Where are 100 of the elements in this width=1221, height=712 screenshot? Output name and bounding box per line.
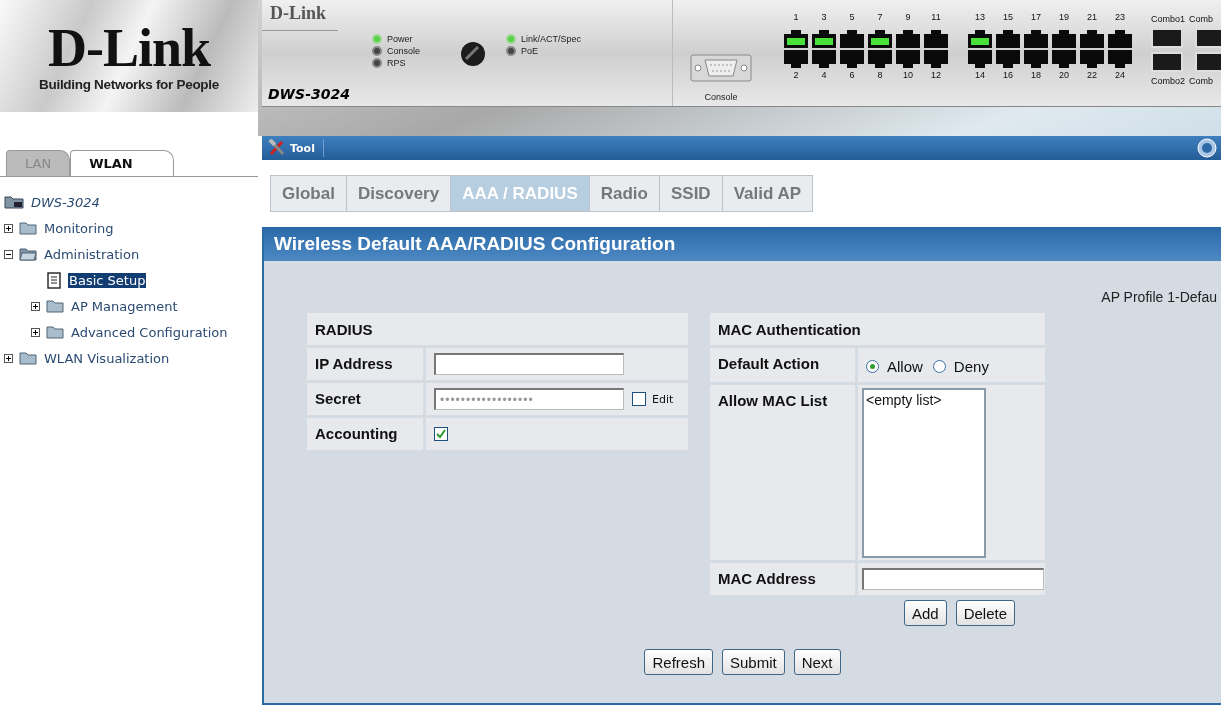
port-number: 14 xyxy=(975,70,985,82)
port-number: 23 xyxy=(1115,12,1125,24)
tree-item[interactable]: WLAN Visualization xyxy=(43,350,171,366)
expand-icon[interactable] xyxy=(31,301,40,311)
folder-icon xyxy=(19,351,37,365)
port-number: 18 xyxy=(1031,70,1041,82)
port-number: 9 xyxy=(905,12,911,24)
checkbox-label: Edit xyxy=(652,392,674,406)
panel-title: Wireless Default AAA/RADIUS Configuration xyxy=(264,227,1221,261)
radio-button[interactable] xyxy=(932,359,946,373)
device-brand: D-Link xyxy=(262,0,338,31)
expand-icon[interactable] xyxy=(4,353,13,363)
section-heading: MAC Authentication xyxy=(710,313,1045,345)
tree-item[interactable]: AP Management xyxy=(70,298,179,314)
port-number: 11 xyxy=(931,12,941,24)
tagline: Building Networks for People xyxy=(39,76,219,92)
led-label: PoE xyxy=(521,46,539,56)
ethernet-port-icon xyxy=(1108,50,1132,68)
port-number: 12 xyxy=(931,70,941,82)
serial-port-icon xyxy=(690,54,752,82)
folder-icon xyxy=(46,325,64,339)
port-number: 17 xyxy=(1031,12,1041,24)
port-label: Comb xyxy=(1189,14,1214,24)
field-label: IP Address xyxy=(307,348,423,380)
ethernet-port-icon xyxy=(784,50,808,68)
tab[interactable]: SSID xyxy=(659,175,723,212)
collapse-icon[interactable] xyxy=(4,249,13,259)
field-label: MAC Address xyxy=(710,563,855,595)
ethernet-port-icon xyxy=(1052,50,1076,68)
tree-item[interactable]: Advanced Configuration xyxy=(70,324,229,340)
port-number: 21 xyxy=(1087,12,1097,24)
expand-icon[interactable] xyxy=(4,223,13,233)
ethernet-port-icon xyxy=(968,50,992,68)
folder-icon xyxy=(19,221,37,235)
knob-icon xyxy=(460,41,487,67)
tab[interactable]: Radio xyxy=(589,175,660,212)
brand-logo: D-Link xyxy=(47,20,211,75)
checkbox[interactable] xyxy=(632,392,646,406)
ethernet-port-icon xyxy=(896,50,920,68)
ethernet-port-icon xyxy=(1080,50,1104,68)
port-number: 19 xyxy=(1059,12,1069,24)
field-label: Accounting xyxy=(307,418,423,450)
tab[interactable]: Discovery xyxy=(346,175,452,212)
tree-item[interactable]: DWS-3024 xyxy=(30,194,101,210)
list-button[interactable]: Delete xyxy=(955,600,1015,626)
sfp-port-icon xyxy=(1151,28,1183,48)
ethernet-port-icon xyxy=(812,50,836,68)
sfp-port-icon xyxy=(1151,52,1183,72)
port-number: 16 xyxy=(1003,70,1013,82)
tree-item[interactable]: Monitoring xyxy=(43,220,115,236)
tool-menu[interactable]: Tool xyxy=(268,139,324,157)
mac-list-box[interactable]: <empty list> xyxy=(862,388,986,558)
tree-item[interactable]: Basic Setup xyxy=(68,272,147,288)
field-label: Secret xyxy=(307,383,423,415)
led-label: Link/ACT/Spec xyxy=(521,34,582,44)
profile-label: AP Profile 1-Defau xyxy=(1101,289,1218,305)
port-number: 10 xyxy=(903,70,913,82)
folder-icon xyxy=(46,299,64,313)
action-button[interactable]: Submit xyxy=(722,649,785,675)
ethernet-port-icon xyxy=(868,50,892,68)
action-button[interactable]: Refresh xyxy=(644,649,713,675)
folder-icon xyxy=(4,195,24,209)
ethernet-port-icon xyxy=(924,50,948,68)
sfp-port-icon xyxy=(1195,28,1221,48)
section-heading: RADIUS xyxy=(307,313,688,345)
port-number: 20 xyxy=(1059,70,1069,82)
sfp-port-icon xyxy=(1195,52,1221,72)
ip-address-field[interactable] xyxy=(434,353,624,375)
led-label: Power xyxy=(387,34,413,44)
port-number: 24 xyxy=(1115,70,1125,82)
port-label: Console xyxy=(704,92,738,102)
folder-icon xyxy=(19,247,37,261)
port-number: 15 xyxy=(1003,12,1013,24)
help-icon[interactable] xyxy=(1197,138,1217,158)
checkbox[interactable] xyxy=(434,427,448,441)
tools-icon xyxy=(268,139,286,157)
tool-label: Tool xyxy=(290,141,315,155)
tab[interactable]: WLAN xyxy=(70,150,174,176)
document-icon xyxy=(46,271,62,289)
port-number: 3 xyxy=(821,12,827,24)
port-number: 5 xyxy=(849,12,855,24)
port-label: Combo2 xyxy=(1151,76,1186,86)
list-item[interactable]: <empty list> xyxy=(866,392,982,408)
port-label: Comb xyxy=(1189,76,1214,86)
port-number: 13 xyxy=(975,12,985,24)
tree-item[interactable]: Administration xyxy=(43,246,141,262)
port-number: 2 xyxy=(793,70,799,82)
radio-button[interactable] xyxy=(866,359,879,373)
mac-address-field[interactable] xyxy=(862,568,1044,590)
port-number: 1 xyxy=(793,12,799,24)
radio-label: Deny xyxy=(953,357,989,375)
port-number: 22 xyxy=(1087,70,1097,82)
action-button[interactable]: Next xyxy=(793,649,841,675)
field-label: Allow MAC List xyxy=(710,385,855,560)
tab[interactable]: Valid AP xyxy=(722,175,814,212)
list-button[interactable]: Add xyxy=(903,600,947,626)
radio-label: Allow xyxy=(887,357,923,375)
ethernet-port-icon xyxy=(840,50,864,68)
expand-icon[interactable] xyxy=(31,327,40,337)
tab[interactable]: Global xyxy=(270,175,347,212)
